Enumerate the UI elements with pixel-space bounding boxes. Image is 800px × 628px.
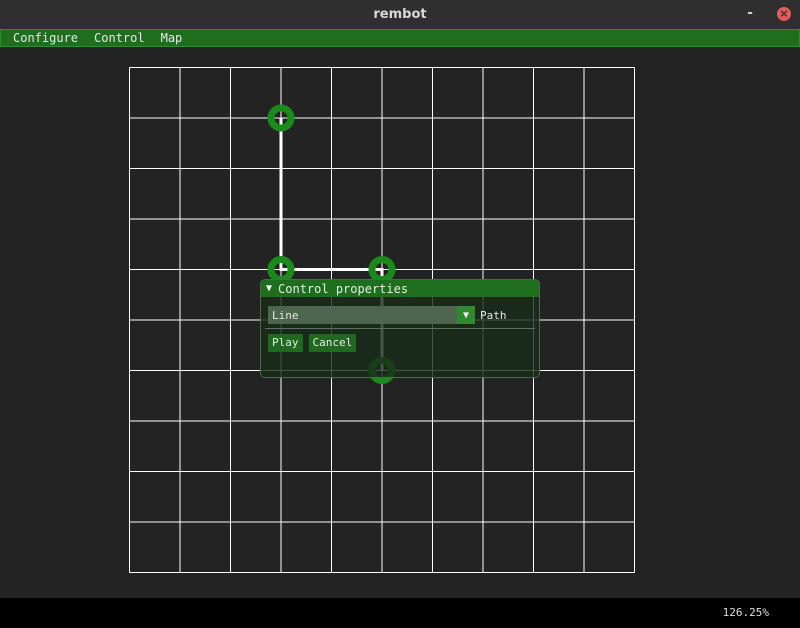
play-button[interactable]: Play	[268, 334, 303, 352]
collapse-triangle-icon[interactable]: ▼	[266, 283, 272, 294]
minimize-button[interactable]: -	[742, 4, 758, 22]
dropdown-arrow-icon[interactable]: ▼	[457, 306, 475, 324]
title-bar: rembot - ×	[0, 0, 800, 29]
path-label: Path	[480, 308, 507, 322]
path-type-value: Line	[272, 308, 299, 322]
status-bar: 126.25%	[0, 598, 800, 628]
panel-title: Control properties	[278, 281, 409, 296]
menu-bar: Configure Control Map	[0, 29, 800, 47]
menu-control[interactable]: Control	[86, 30, 153, 46]
panel-header[interactable]: ▼ Control properties	[261, 280, 539, 297]
menu-map[interactable]: Map	[153, 30, 191, 46]
cancel-button[interactable]: Cancel	[308, 334, 357, 352]
window-title: rembot	[373, 7, 427, 22]
control-properties-panel: ▼ Control properties Line ▼ Path Play Ca…	[260, 279, 540, 378]
menu-configure[interactable]: Configure	[1, 30, 86, 46]
path-type-select[interactable]: Line ▼	[268, 306, 475, 324]
zoom-level: 126.25%	[722, 606, 769, 619]
separator	[265, 328, 535, 329]
close-button[interactable]: ×	[777, 7, 791, 21]
